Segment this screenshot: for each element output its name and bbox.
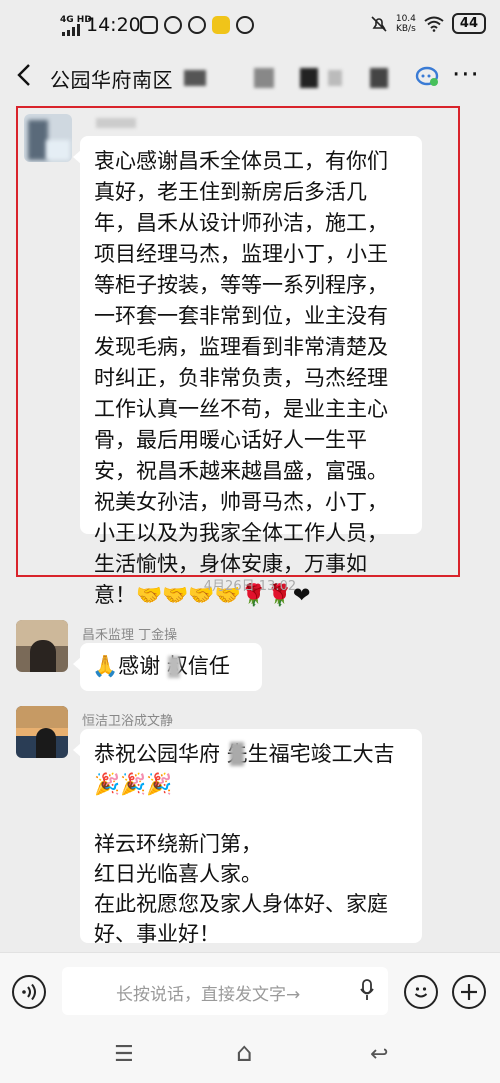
message-text: 恭祝公园华府 先生福宅竣工大吉 [94,742,395,766]
chat-title: 公园华府南区 [50,68,173,92]
app-notification-icon [140,16,158,34]
redacted-text [328,70,342,86]
network-speed: 10.4 KB/s [395,13,416,34]
ai-assistant-icon[interactable] [414,65,442,89]
message-notification-icon [188,16,206,34]
message-input[interactable]: 长按说话，直接发文字→ [62,967,388,1015]
pray-icon: 🙏 [92,654,119,678]
sender-name: 昌禾监理 丁金操 [82,628,178,643]
message-text: 祥云环绕新门第， 红日光临喜人家。 在此祝愿您及家人身体好、家庭好、事业好！ [94,832,388,946]
message-text: 衷心感谢昌禾全体员工，有你们真好，老王住到新房后多活几年，昌禾从设计师孙洁，施工… [94,149,388,607]
message-timestamp: 4月26日 13:02 [203,579,297,594]
emoji-button[interactable] [404,975,438,1009]
redacted-text [184,70,206,86]
message-bubble[interactable]: 衷心感谢昌禾全体员工，有你们真好，老王住到新房后多活几年，昌禾从设计师孙洁，施工… [73,136,422,607]
redacted-text [168,656,180,678]
sender-name: 恒洁卫浴成文静 [82,714,174,729]
redacted-text [254,68,274,88]
add-button[interactable] [452,975,486,1009]
avatar[interactable] [16,706,68,758]
voice-mode-button[interactable] [12,975,46,1009]
avatar[interactable] [24,114,72,162]
message-bubble[interactable]: 恭祝公园华府 先生福宅竣工大吉 🎉🎉🎉 祥云环绕新门第， 红日光临喜人家。 在此… [73,729,422,976]
wechat-notification-icon [164,16,182,34]
home-icon[interactable]: ⌂ [236,1038,253,1068]
app-notification-icon [212,16,230,34]
wifi-icon [424,16,444,32]
redacted-text [230,742,244,766]
redacted-sender-name [96,118,136,128]
plus-icon [461,984,477,1000]
input-bar: 长按说话，直接发文字→ [0,952,500,1030]
chat-header: 公园华府南区 ··· [0,52,500,102]
status-bar: 4G HD 14:20 10.4 KB/s 44 [0,0,500,52]
redacted-text [370,68,388,88]
input-placeholder: 长按说话，直接发文字→ [116,985,301,1005]
battery-indicator: 44 [451,13,486,34]
chevron-left-icon[interactable] [16,62,32,95]
back-icon[interactable]: ↩ [370,1042,388,1067]
system-nav-bar: ☰ ⌂ ↩ [0,1030,500,1083]
signal-icon [62,24,80,36]
avatar[interactable] [16,620,68,672]
smiley-icon [414,987,428,998]
mute-icon [371,15,387,32]
more-options-button[interactable]: ··· [452,60,480,90]
party-popper-icon: 🎉🎉🎉 [94,772,173,796]
redacted-text [300,68,318,88]
microphone-icon[interactable] [360,979,374,1001]
app-notification-icon [236,16,254,34]
status-time: 14:20 [86,14,141,36]
menu-icon[interactable]: ☰ [114,1042,134,1067]
voice-icon [22,983,36,1001]
